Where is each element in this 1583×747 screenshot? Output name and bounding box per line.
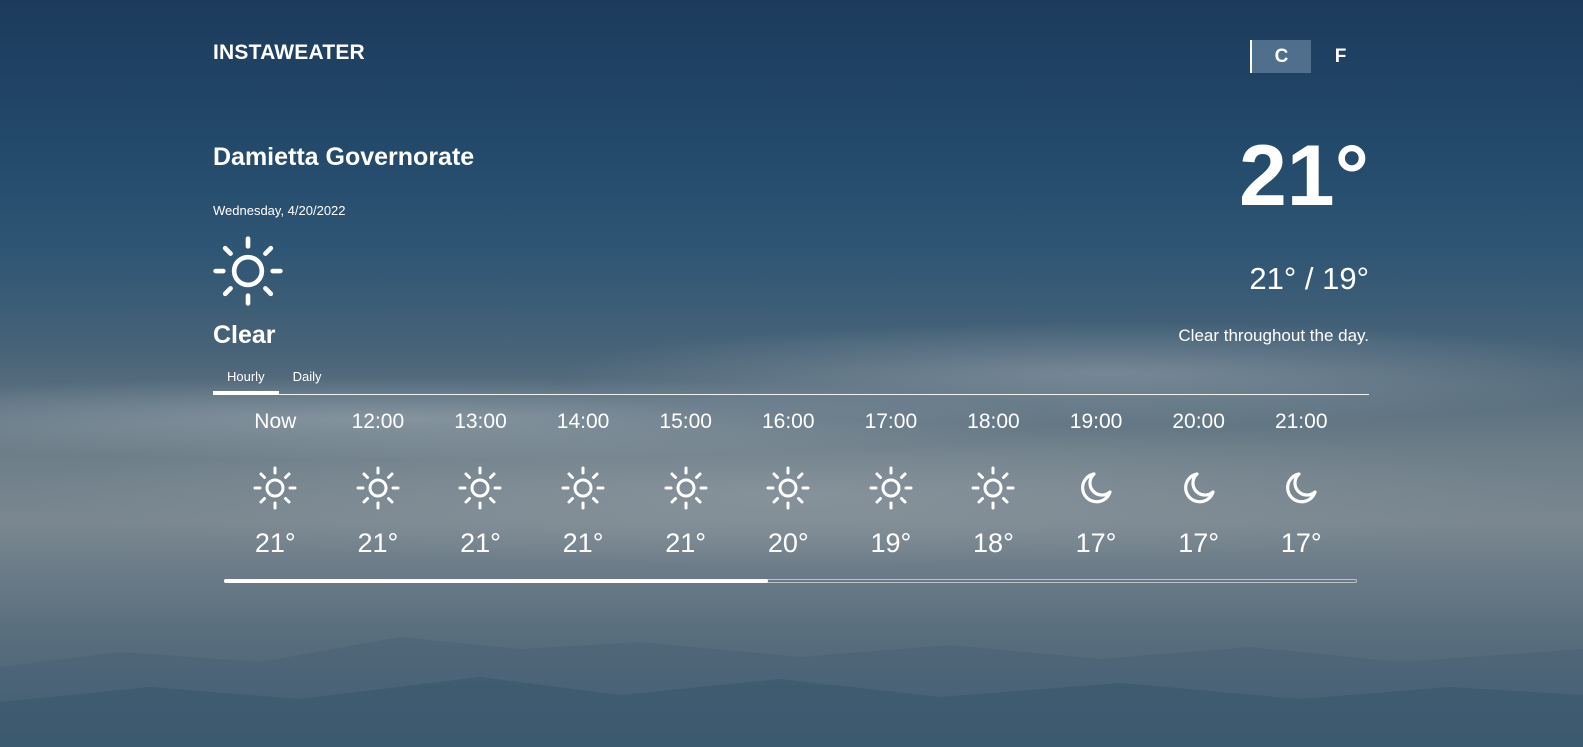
moon-icon [1175,464,1223,512]
sun-icon [559,464,607,512]
current-temperature: 21° [1238,128,1369,224]
hourly-time: 21:00 [1274,410,1328,433]
sun-icon [251,464,299,512]
weather-app: INSTAWEATER C F Damietta Governorate Wed… [213,0,1369,747]
hourly-temperature: 20° [767,528,809,558]
hourly-temperature: 21° [254,528,296,558]
hourly-scrollbar[interactable] [224,579,1357,583]
hourly-item: 13:00 21° [429,410,532,559]
hourly-temperature: 17° [1075,528,1117,558]
hourly-item: 19:00 17° [1045,410,1148,559]
hourly-forecast-list: Now 21° 12:00 21° 13:00 21° 14:00 21° 15:00 21° 16… [224,410,1353,559]
hourly-item: 21:00 17° [1250,410,1353,559]
moon-icon [1072,464,1120,512]
hourly-temperature: 19° [870,528,912,558]
celsius-button[interactable]: C [1250,40,1311,73]
hourly-item: 15:00 21° [634,410,737,559]
hourly-time: 19:00 [1069,410,1123,433]
hourly-item: 18:00 18° [942,410,1045,559]
hourly-item: 20:00 17° [1147,410,1250,559]
hourly-time: 12:00 [351,410,405,433]
hourly-temperature: 17° [1178,528,1220,558]
hourly-temperature: 18° [973,528,1014,558]
unit-toggle: C F [1250,40,1370,73]
hourly-temperature: 17° [1280,528,1322,558]
hourly-time: 14:00 [556,410,610,433]
app-title: INSTAWEATER [213,41,365,64]
high-low-temperature: 21° / 19° [1249,261,1369,296]
hourly-time: 16:00 [761,410,815,433]
hourly-time: 20:00 [1172,410,1225,433]
hourly-temperature: 21° [665,528,707,558]
fahrenheit-button[interactable]: F [1311,40,1370,73]
hourly-time: 13:00 [454,410,507,433]
hourly-temperature: 21° [460,528,501,558]
current-date: Wednesday, 4/20/2022 [213,203,346,218]
sun-icon [867,464,915,512]
weather-condition: Clear [213,321,276,349]
hourly-time: 17:00 [864,410,918,433]
tab-hourly[interactable]: Hourly [213,360,279,395]
forecast-tabs: Hourly Daily [213,360,1369,395]
sun-icon [456,464,504,512]
moon-icon [1277,464,1325,512]
hourly-time: 18:00 [967,410,1020,433]
weather-summary: Clear throughout the day. [1178,326,1369,345]
hourly-temperature: 21° [357,528,399,558]
hourly-item: 12:00 21° [327,410,430,559]
hourly-temperature: 21° [562,528,604,558]
hourly-item: 16:00 20° [737,410,840,559]
tab-daily[interactable]: Daily [279,360,336,393]
sun-icon [764,464,812,512]
sun-icon [354,464,402,512]
location-name: Damietta Governorate [213,143,475,171]
hourly-time: 15:00 [659,410,712,433]
sun-icon [213,236,283,306]
sun-icon [662,464,710,512]
sun-icon [969,464,1017,512]
scrollbar-thumb[interactable] [224,579,768,583]
hourly-item: 17:00 19° [840,410,943,559]
hourly-time: Now [254,410,297,433]
hourly-item: 14:00 21° [532,410,635,559]
hourly-item: Now 21° [224,410,327,559]
